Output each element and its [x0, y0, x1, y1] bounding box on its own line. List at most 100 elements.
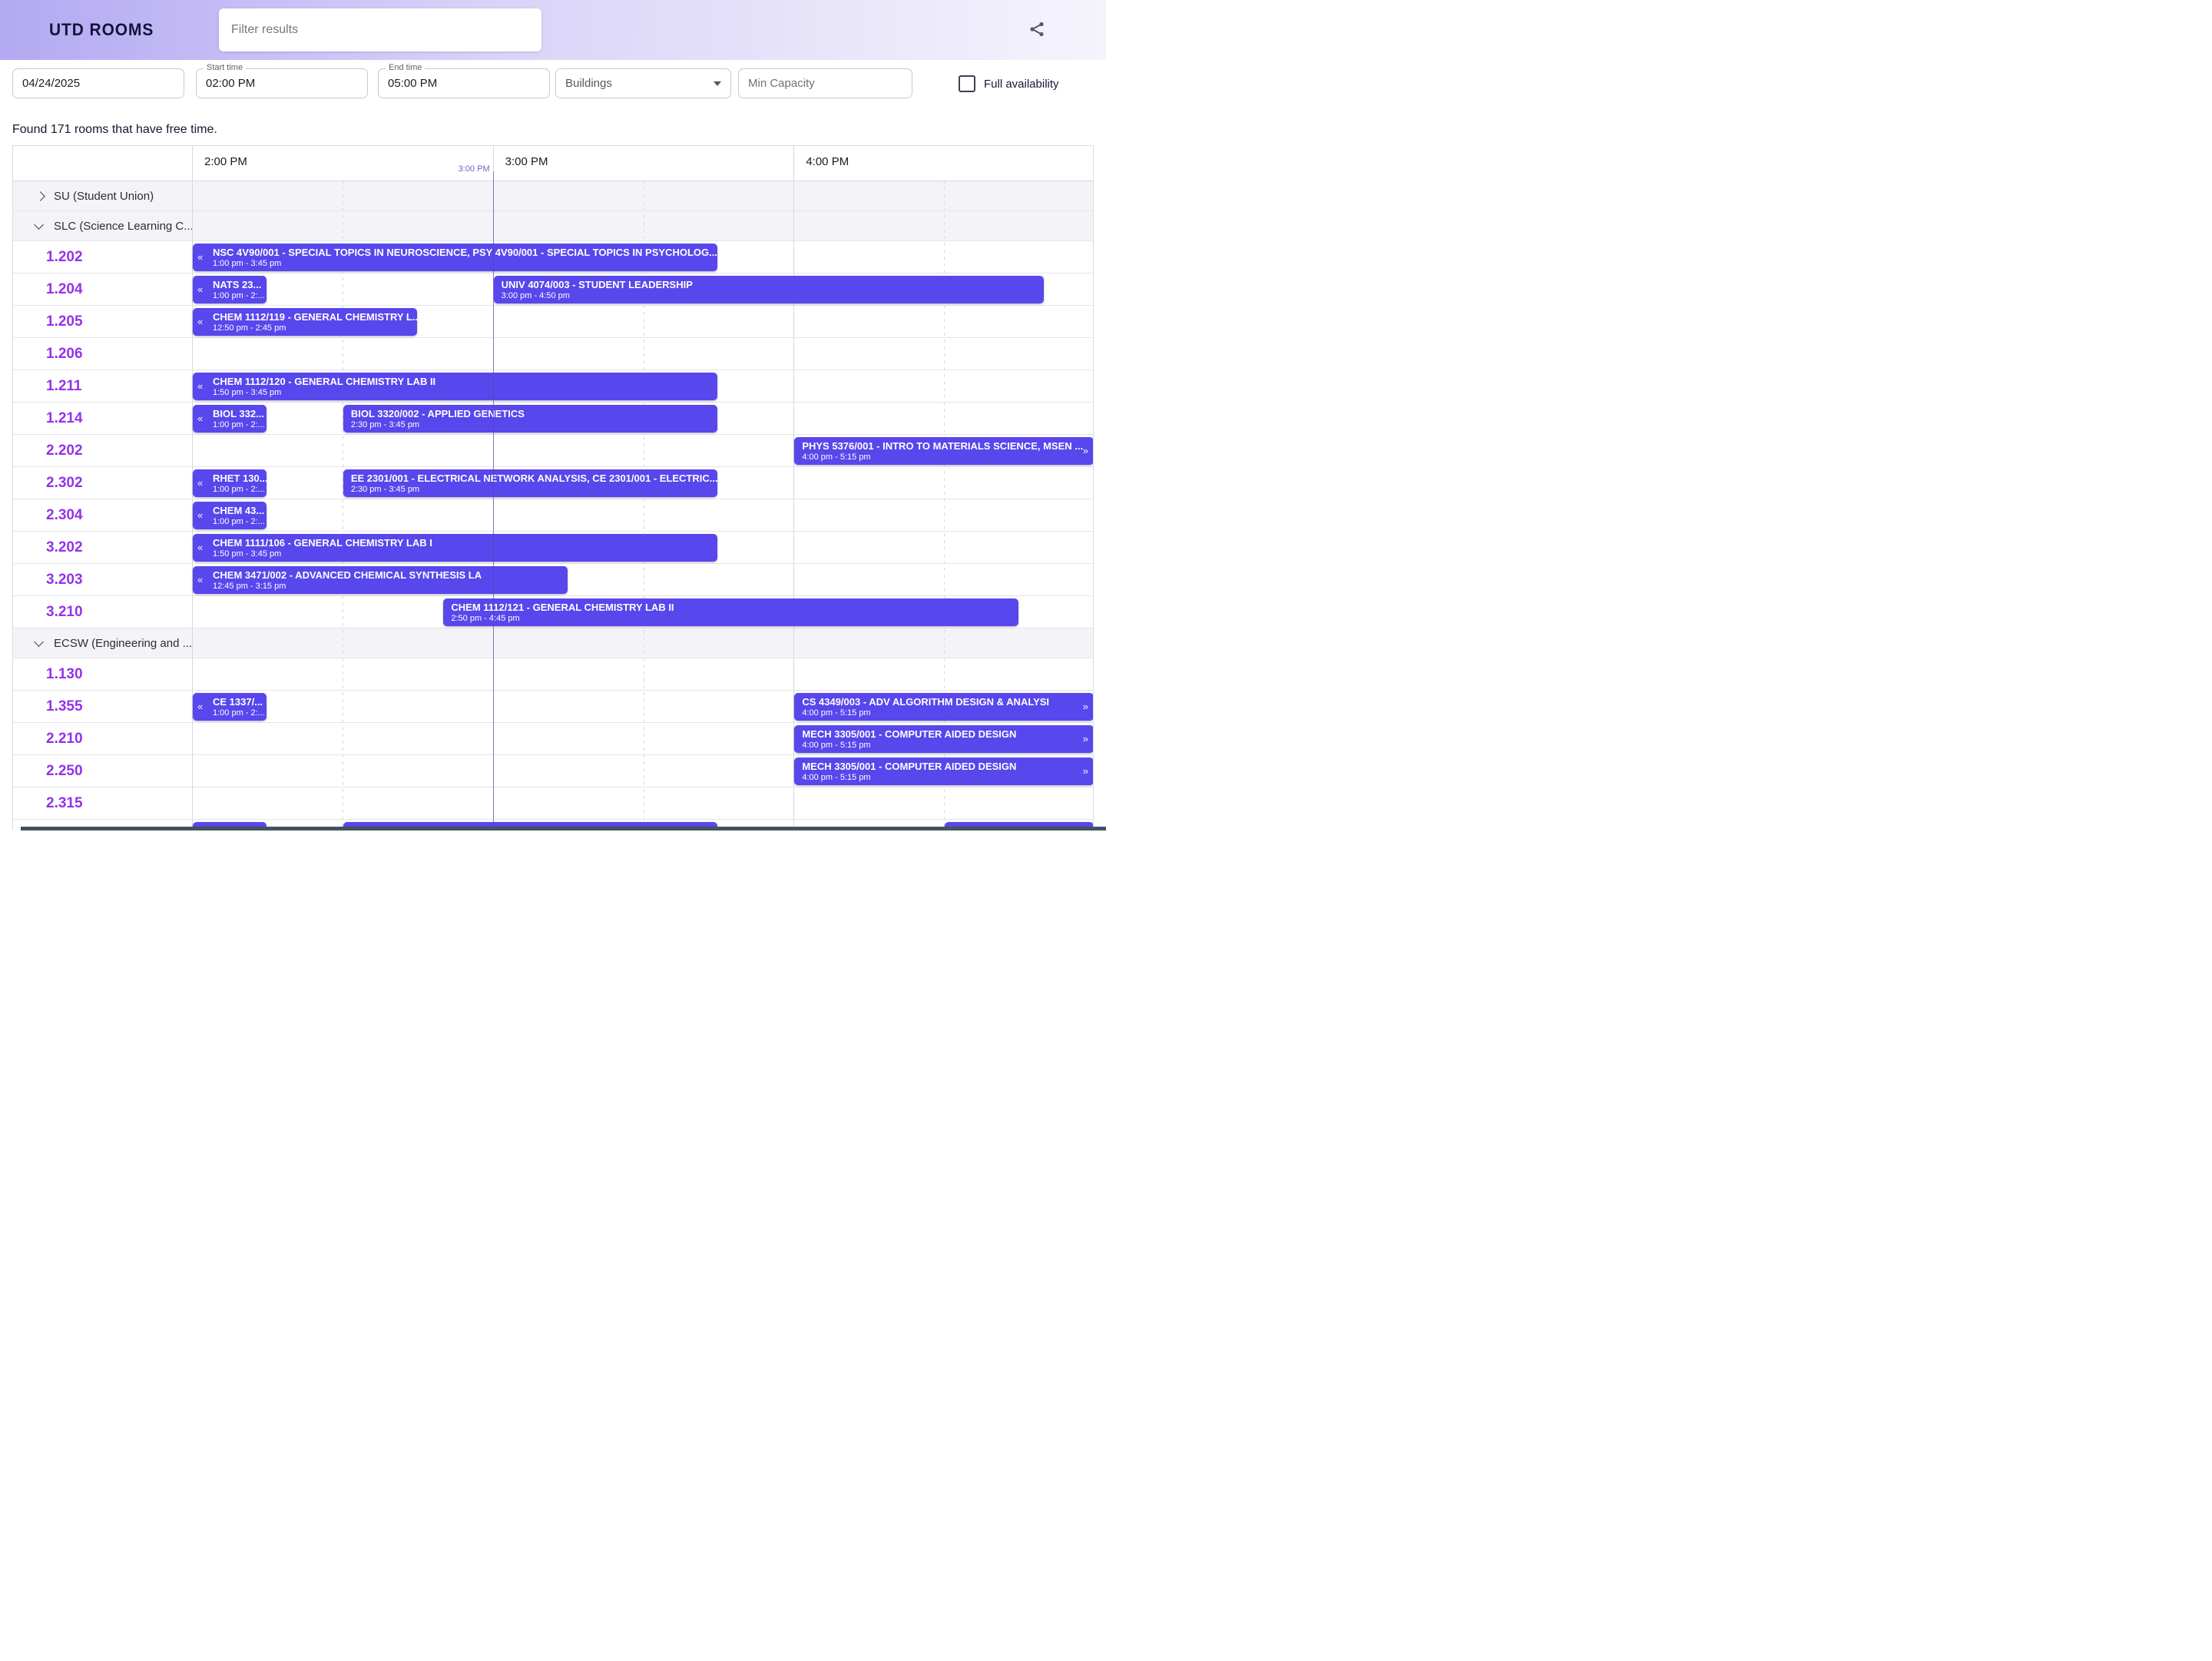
- continues-left-icon: «: [193, 373, 210, 400]
- continues-left-icon: «: [193, 469, 210, 497]
- room-row: 2.302 «RHET 130...1:00 pm - 2:... EE 2301/…: [13, 467, 1093, 499]
- event-time: 1:00 pm - 2:...: [213, 485, 267, 495]
- event-time: 1:00 pm - 3:45 pm: [213, 259, 717, 269]
- event-time: 12:45 pm - 3:15 pm: [213, 582, 568, 592]
- room-row: 3.210 CHEM 1112/121 - GENERAL CHEMISTRY L…: [13, 596, 1093, 628]
- room-label[interactable]: 1.204: [46, 274, 83, 306]
- buildings-select[interactable]: Buildings: [555, 68, 731, 98]
- event[interactable]: «NATS 23...1:00 pm - 2:...: [193, 276, 267, 303]
- event[interactable]: PHYS 5376/001 - INTRO TO MATERIALS SCIEN…: [794, 437, 1094, 465]
- event-title: NSC 4V90/001 - SPECIAL TOPICS IN NEUROSC…: [213, 247, 717, 258]
- continues-right-icon: »: [1083, 437, 1094, 465]
- room-row: 1.355 «CE 1337/...1:00 pm - 2:... CS 4349/…: [13, 691, 1093, 723]
- event[interactable]: «CHEM 43...1:00 pm - 2:...: [193, 502, 267, 529]
- continues-left-icon: «: [193, 534, 210, 562]
- end-time-label: End time: [386, 63, 425, 72]
- room-label[interactable]: 2.202: [46, 435, 83, 467]
- continues-left-icon: «: [193, 276, 210, 303]
- event-title: EE 2301/001 - ELECTRICAL NETWORK ANALYSI…: [351, 472, 718, 484]
- group-label: SLC (Science Learning C...: [54, 220, 194, 233]
- current-time-label: 3:00 PM: [432, 164, 490, 174]
- checkbox-icon[interactable]: [959, 75, 975, 92]
- room-label[interactable]: 2.210: [46, 723, 83, 755]
- full-availability-checkbox[interactable]: Full availability: [959, 75, 1059, 92]
- date-input[interactable]: [12, 68, 184, 98]
- event-title: PHYS 5376/001 - INTRO TO MATERIALS SCIEN…: [802, 440, 1082, 452]
- room-label[interactable]: 2.304: [46, 499, 83, 532]
- event-title: CHEM 3471/002 - ADVANCED CHEMICAL SYNTHE…: [213, 569, 568, 581]
- continues-left-icon: «: [193, 405, 210, 433]
- continues-left-icon: «: [193, 308, 210, 336]
- event-title: CE 1337/...: [213, 696, 267, 708]
- event[interactable]: CHEM 1112/121 - GENERAL CHEMISTRY LAB II…: [443, 598, 1018, 626]
- room-row: 2.250 MECH 3305/001 - COMPUTER AIDED DESI…: [13, 755, 1093, 787]
- end-time-input[interactable]: [379, 69, 549, 98]
- room-label[interactable]: 1.355: [46, 691, 83, 723]
- start-time-input[interactable]: [197, 69, 367, 98]
- event-title: MECH 3305/001 - COMPUTER AIDED DESIGN: [802, 761, 1082, 772]
- room-label[interactable]: 3.210: [46, 596, 83, 628]
- room-label[interactable]: 1.205: [46, 306, 83, 338]
- results-summary: Found 171 rooms that have free time.: [12, 123, 217, 137]
- event[interactable]: «BIOL 332...1:00 pm - 2:...: [193, 405, 267, 433]
- event[interactable]: «CE 1337/...1:00 pm - 2:...: [193, 693, 267, 721]
- event[interactable]: «NSC 4V90/001 - SPECIAL TOPICS IN NEUROS…: [193, 244, 717, 271]
- event[interactable]: «CHEM 3471/002 - ADVANCED CHEMICAL SYNTH…: [193, 566, 568, 594]
- hour-label: 4:00 PM: [806, 155, 849, 168]
- room-label[interactable]: 1.211: [46, 370, 82, 403]
- room-label[interactable]: 2.250: [46, 755, 83, 787]
- event[interactable]: MECH 3305/001 - COMPUTER AIDED DESIGN4:0…: [794, 725, 1094, 753]
- continues-right-icon: »: [1083, 693, 1094, 721]
- room-label[interactable]: 2.302: [46, 467, 83, 499]
- event-title: MECH 3305/001 - COMPUTER AIDED DESIGN: [802, 728, 1082, 740]
- room-row: 1.202 «NSC 4V90/001 - SPECIAL TOPICS IN N…: [13, 241, 1093, 274]
- event[interactable]: CS 4349/003 - ADV ALGORITHM DESIGN & ANA…: [794, 693, 1094, 721]
- room-row: 3.203 «CHEM 3471/002 - ADVANCED CHEMICAL …: [13, 564, 1093, 596]
- event[interactable]: «RHET 130...1:00 pm - 2:...: [193, 469, 267, 497]
- chevron-down-icon[interactable]: [34, 220, 44, 230]
- current-time-line: [493, 171, 494, 830]
- event-time: 1:50 pm - 3:45 pm: [213, 388, 717, 398]
- horizontal-scrollbar[interactable]: [21, 827, 1106, 830]
- room-row: 1.204 «NATS 23...1:00 pm - 2:... UNIV 4074…: [13, 274, 1093, 306]
- group-row[interactable]: SLC (Science Learning C...: [13, 211, 1093, 241]
- group-row[interactable]: SU (Student Union): [13, 181, 1093, 211]
- group-label: ECSW (Engineering and ...: [54, 637, 192, 650]
- event-title: CHEM 1112/120 - GENERAL CHEMISTRY LAB II: [213, 376, 717, 387]
- event-time: 1:00 pm - 2:...: [213, 517, 267, 527]
- event[interactable]: «CHEM 1112/120 - GENERAL CHEMISTRY LAB I…: [193, 373, 717, 400]
- continues-left-icon: «: [193, 566, 210, 594]
- room-label[interactable]: 1.130: [46, 658, 83, 691]
- room-label[interactable]: 1.206: [46, 338, 83, 370]
- event-title: CHEM 1112/119 - GENERAL CHEMISTRY L...: [213, 311, 417, 323]
- event-time: 1:00 pm - 2:...: [213, 291, 267, 301]
- group-row[interactable]: ECSW (Engineering and ...: [13, 628, 1093, 658]
- room-label[interactable]: 3.203: [46, 564, 83, 596]
- event-title: BIOL 332...: [213, 408, 267, 419]
- event[interactable]: «CHEM 1112/119 - GENERAL CHEMISTRY L...1…: [193, 308, 417, 336]
- event[interactable]: EE 2301/001 - ELECTRICAL NETWORK ANALYSI…: [343, 469, 718, 497]
- chevron-right-icon[interactable]: [35, 191, 45, 201]
- room-label[interactable]: 2.315: [46, 787, 83, 820]
- hour-label: 2:00 PM: [204, 155, 247, 168]
- event[interactable]: MECH 3305/001 - COMPUTER AIDED DESIGN4:0…: [794, 758, 1094, 785]
- event-title: CHEM 1111/106 - GENERAL CHEMISTRY LAB I: [213, 537, 717, 549]
- share-icon[interactable]: [1025, 18, 1049, 42]
- room-label[interactable]: 1.202: [46, 241, 83, 274]
- event[interactable]: UNIV 4074/003 - STUDENT LEADERSHIP3:00 p…: [494, 276, 1044, 303]
- event[interactable]: «CHEM 1111/106 - GENERAL CHEMISTRY LAB I…: [193, 534, 717, 562]
- app-header: UTD ROOMS: [0, 0, 1106, 60]
- chevron-down-icon[interactable]: [34, 637, 44, 647]
- room-label[interactable]: 3.202: [46, 532, 83, 564]
- min-capacity-input[interactable]: [738, 68, 912, 98]
- event-title: UNIV 4074/003 - STUDENT LEADERSHIP: [502, 279, 1044, 290]
- room-row: 2.315: [13, 787, 1093, 820]
- room-row: 1.214«BIOL 332...1:00 pm - 2:...BIOL 332…: [13, 403, 1093, 435]
- buildings-select-label: Buildings: [565, 77, 612, 90]
- start-time-field: Start time: [196, 68, 368, 98]
- event-time: 12:50 pm - 2:45 pm: [213, 323, 417, 333]
- filter-results-input[interactable]: [219, 8, 541, 51]
- room-label[interactable]: 1.214: [46, 403, 83, 435]
- room-row: 2.202 PHYS 5376/001 - INTRO TO MATERIALS …: [13, 435, 1093, 467]
- event[interactable]: BIOL 3320/002 - APPLIED GENETICS2:30 pm …: [343, 405, 718, 433]
